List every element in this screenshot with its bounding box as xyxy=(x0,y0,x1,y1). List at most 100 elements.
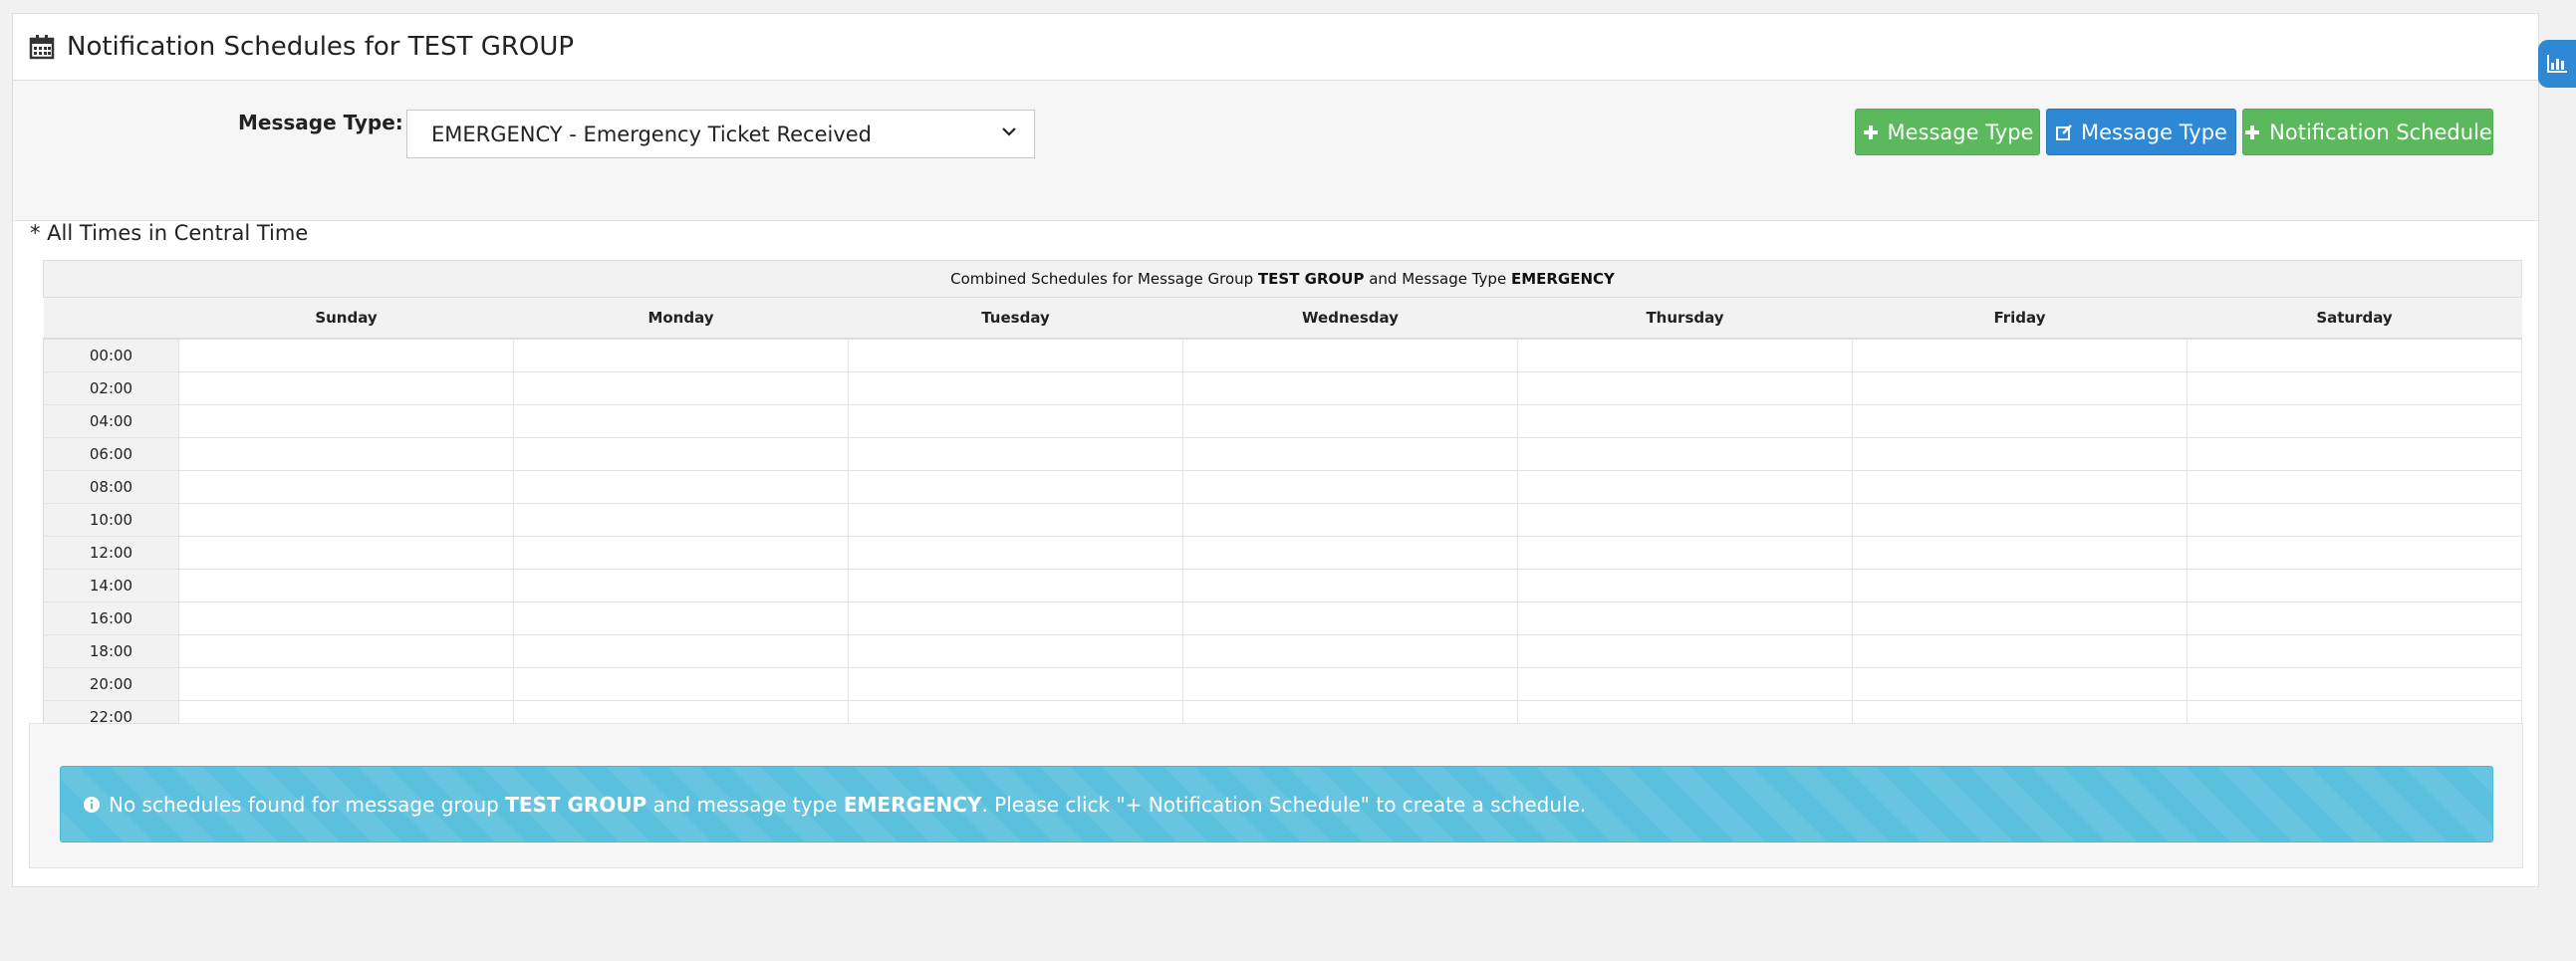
schedule-cell[interactable] xyxy=(513,634,849,668)
alert-suffix: . Please click "+ Notification Schedule"… xyxy=(981,792,1587,817)
schedule-cell[interactable] xyxy=(1517,536,1853,570)
schedule-cell[interactable] xyxy=(513,569,849,602)
schedule-cell[interactable] xyxy=(178,634,514,668)
schedule-cell[interactable] xyxy=(1517,503,1853,537)
schedule-cell[interactable] xyxy=(1517,601,1853,635)
schedule-cell[interactable] xyxy=(513,667,849,701)
schedule-cell[interactable] xyxy=(1852,634,2188,668)
schedule-cell[interactable] xyxy=(848,667,1183,701)
schedule-cell[interactable] xyxy=(1182,569,1518,602)
schedule-cell[interactable] xyxy=(848,371,1183,405)
schedule-cell[interactable] xyxy=(1182,371,1518,405)
day-header-tuesday: Tuesday xyxy=(848,298,1183,340)
schedule-cell[interactable] xyxy=(1517,437,1853,471)
schedule-title-group: TEST GROUP xyxy=(1257,270,1365,288)
schedule-cell[interactable] xyxy=(848,404,1183,438)
schedule-cell[interactable] xyxy=(178,437,514,471)
schedule-cell[interactable] xyxy=(513,601,849,635)
hour-label: 16:00 xyxy=(43,601,179,635)
day-header-thursday: Thursday xyxy=(1517,298,1853,340)
schedule-cell[interactable] xyxy=(1852,338,2188,372)
schedule-cell[interactable] xyxy=(513,371,849,405)
schedule-cell[interactable] xyxy=(178,404,514,438)
schedule-cell[interactable] xyxy=(1852,437,2188,471)
schedule-cell[interactable] xyxy=(1852,404,2188,438)
schedule-cell[interactable] xyxy=(1182,404,1518,438)
schedule-cell[interactable] xyxy=(1852,569,2188,602)
schedule-cell[interactable] xyxy=(848,536,1183,570)
schedule-cell[interactable] xyxy=(1852,470,2188,504)
schedule-cell[interactable] xyxy=(1182,667,1518,701)
schedule-cell[interactable] xyxy=(1517,667,1853,701)
schedule-cell[interactable] xyxy=(1182,437,1518,471)
schedule-cell[interactable] xyxy=(178,601,514,635)
schedule-cell[interactable] xyxy=(848,634,1183,668)
schedule-cell[interactable] xyxy=(1517,404,1853,438)
add-notification-schedule-label: Notification Schedule xyxy=(2269,120,2492,144)
schedule-cell[interactable] xyxy=(1852,503,2188,537)
side-panel-toggle[interactable] xyxy=(2538,40,2576,88)
schedule-cell[interactable] xyxy=(1182,338,1518,372)
schedule-cell[interactable] xyxy=(178,371,514,405)
schedule-cell[interactable] xyxy=(1852,536,2188,570)
schedule-cell[interactable] xyxy=(1852,601,2188,635)
schedule-row: 02:00 xyxy=(43,371,2522,405)
schedule-cell[interactable] xyxy=(1517,371,1853,405)
schedule-cell[interactable] xyxy=(513,404,849,438)
schedule-cell[interactable] xyxy=(848,503,1183,537)
hour-label: 00:00 xyxy=(43,338,179,372)
hour-label: 20:00 xyxy=(43,667,179,701)
message-type-label: Message Type: xyxy=(238,111,403,134)
schedule-cell[interactable] xyxy=(513,338,849,372)
schedule-cell[interactable] xyxy=(513,437,849,471)
schedule-cell[interactable] xyxy=(178,503,514,537)
schedule-cell[interactable] xyxy=(1852,371,2188,405)
schedule-cell[interactable] xyxy=(848,470,1183,504)
schedule-cell[interactable] xyxy=(2187,634,2522,668)
schedule-cell[interactable] xyxy=(2187,569,2522,602)
schedule-cell[interactable] xyxy=(848,338,1183,372)
schedule-cell[interactable] xyxy=(848,601,1183,635)
schedule-cell[interactable] xyxy=(1852,667,2188,701)
schedule-cell[interactable] xyxy=(1182,536,1518,570)
schedule-cell[interactable] xyxy=(178,569,514,602)
schedule-cell[interactable] xyxy=(1182,470,1518,504)
day-header-wednesday: Wednesday xyxy=(1182,298,1518,340)
schedule-cell[interactable] xyxy=(1517,634,1853,668)
schedule-cell[interactable] xyxy=(848,569,1183,602)
schedule-cell[interactable] xyxy=(2187,338,2522,372)
schedule-cell[interactable] xyxy=(2187,470,2522,504)
schedule-cell[interactable] xyxy=(1182,634,1518,668)
schedule-row: 04:00 xyxy=(43,404,2522,438)
schedule-cell[interactable] xyxy=(1517,470,1853,504)
schedule-cell[interactable] xyxy=(2187,601,2522,635)
timezone-note: * All Times in Central Time xyxy=(30,221,309,245)
schedule-cell[interactable] xyxy=(178,338,514,372)
schedule-cell[interactable] xyxy=(2187,536,2522,570)
schedule-cell[interactable] xyxy=(178,470,514,504)
schedule-cell[interactable] xyxy=(178,536,514,570)
add-message-type-button[interactable]: Message Type xyxy=(1855,109,2040,155)
message-type-select[interactable]: EMERGENCY - Emergency Ticket Received xyxy=(406,110,1035,158)
schedule-cell[interactable] xyxy=(2187,667,2522,701)
edit-message-type-button[interactable]: Message Type xyxy=(2046,109,2236,155)
page-title: Notification Schedules for TEST GROUP xyxy=(67,32,575,62)
schedule-cell[interactable] xyxy=(513,470,849,504)
schedule-cell[interactable] xyxy=(513,503,849,537)
schedule-cell[interactable] xyxy=(1182,601,1518,635)
schedule-cell[interactable] xyxy=(1182,503,1518,537)
schedule-cell[interactable] xyxy=(178,667,514,701)
schedule-cell[interactable] xyxy=(2187,404,2522,438)
schedule-cell[interactable] xyxy=(2187,437,2522,471)
schedule-cell[interactable] xyxy=(1517,338,1853,372)
schedule-row: 10:00 xyxy=(43,503,2522,537)
schedule-cell[interactable] xyxy=(848,437,1183,471)
schedule-cell[interactable] xyxy=(2187,371,2522,405)
schedule-cell[interactable] xyxy=(2187,503,2522,537)
schedule-cell[interactable] xyxy=(513,536,849,570)
schedule-row: 20:00 xyxy=(43,667,2522,701)
calendar-icon xyxy=(29,34,55,60)
add-notification-schedule-button[interactable]: Notification Schedule xyxy=(2242,109,2493,155)
panel-heading: Notification Schedules for TEST GROUP xyxy=(13,14,2538,81)
schedule-cell[interactable] xyxy=(1517,569,1853,602)
